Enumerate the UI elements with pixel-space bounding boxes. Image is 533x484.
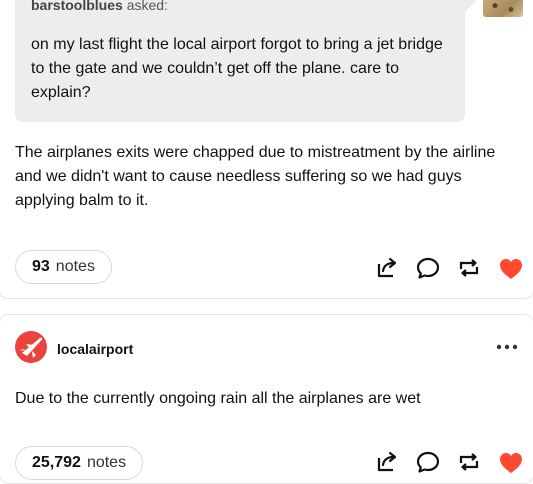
reblog-icon[interactable] <box>456 255 482 281</box>
asker-avatar[interactable] <box>483 0 523 17</box>
ask-question: on my last flight the local airport forg… <box>31 36 443 101</box>
notes-label: notes <box>86 454 127 471</box>
more-horizontal-icon[interactable] <box>496 337 518 357</box>
notes-label: notes <box>55 258 95 275</box>
notes-button[interactable]: 25,792 notes <box>15 446 144 480</box>
asker-line: barstoolblues asked: <box>31 0 168 14</box>
asked-label: asked: <box>126 0 168 13</box>
heart-icon[interactable] <box>498 256 524 282</box>
blog-username[interactable]: localairport <box>57 340 133 358</box>
notes-button[interactable]: 93 notes <box>15 250 112 284</box>
asker-name[interactable]: barstoolblues <box>31 0 123 13</box>
reply-icon[interactable] <box>415 449 441 475</box>
reblog-icon[interactable] <box>456 449 482 475</box>
notes-count: 93 <box>32 258 50 275</box>
post-body-text: Due to the currently ongoing rain all th… <box>15 390 421 407</box>
airplane-icon <box>19 337 43 358</box>
avatar[interactable] <box>15 331 47 363</box>
share-icon[interactable] <box>373 255 399 281</box>
notes-count: 25,792 <box>32 454 81 471</box>
ask-bubble-tail <box>465 0 477 12</box>
heart-icon[interactable] <box>498 450 524 476</box>
answer-text: The airplanes exits were chapped due to … <box>15 144 496 209</box>
share-icon[interactable] <box>373 449 399 475</box>
reply-icon[interactable] <box>415 255 441 281</box>
